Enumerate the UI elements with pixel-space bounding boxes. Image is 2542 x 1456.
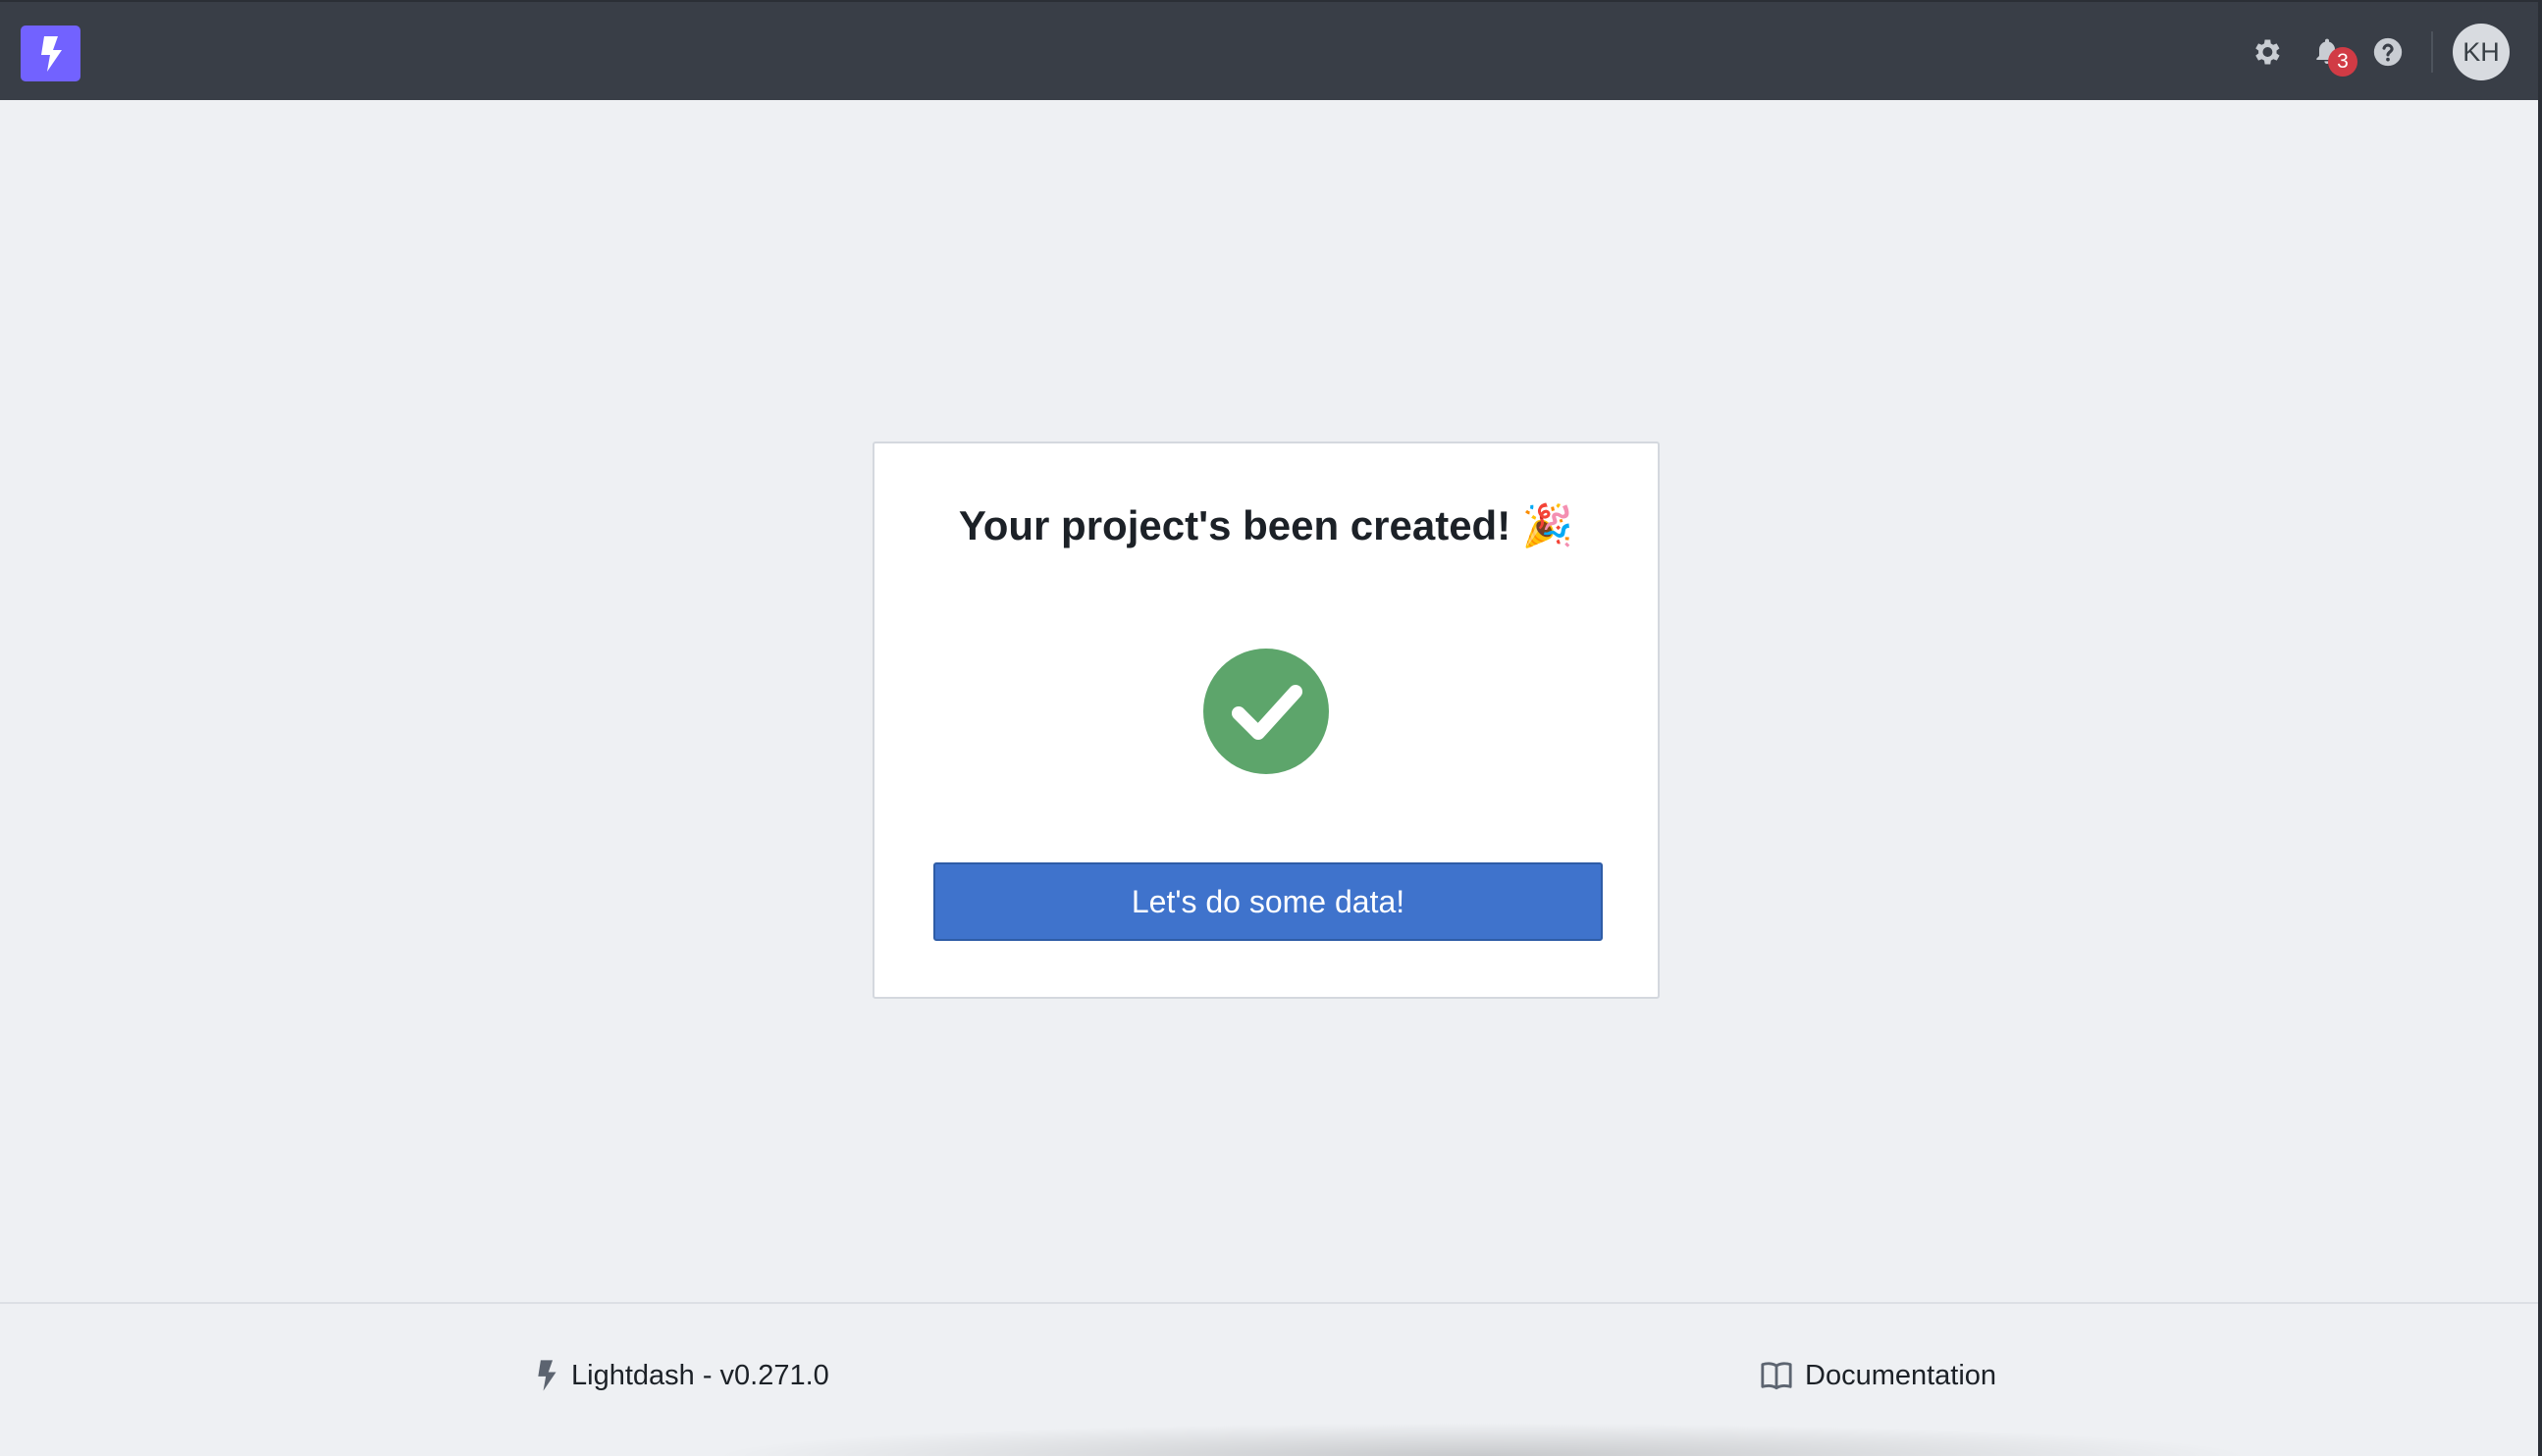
help-icon[interactable] — [2370, 34, 2406, 70]
book-icon — [1760, 1360, 1793, 1391]
footer-shadow — [707, 1423, 2257, 1456]
check-circle-icon — [1203, 649, 1329, 774]
project-created-card: Your project's been created! 🎉 Let's do … — [873, 442, 1660, 999]
version-label: Lightdash - v0.271.0 — [571, 1359, 829, 1391]
documentation-label: Documentation — [1805, 1359, 1997, 1391]
user-avatar[interactable]: KH — [2453, 24, 2510, 80]
gear-icon[interactable] — [2249, 34, 2284, 70]
lets-do-some-data-button[interactable]: Let's do some data! — [933, 862, 1603, 941]
lightdash-bolt-icon — [534, 1358, 559, 1393]
notification-count-badge: 3 — [2328, 47, 2357, 77]
window-edge — [2538, 0, 2542, 1456]
footer-documentation-link[interactable]: Documentation — [1760, 1354, 1996, 1397]
navbar-divider — [2431, 31, 2433, 73]
lightdash-logo-icon[interactable] — [21, 26, 80, 81]
footer-version-link[interactable]: Lightdash - v0.271.0 — [534, 1354, 829, 1397]
card-title: Your project's been created! 🎉 — [958, 502, 1574, 548]
top-navbar: 3 KH — [0, 0, 2542, 100]
